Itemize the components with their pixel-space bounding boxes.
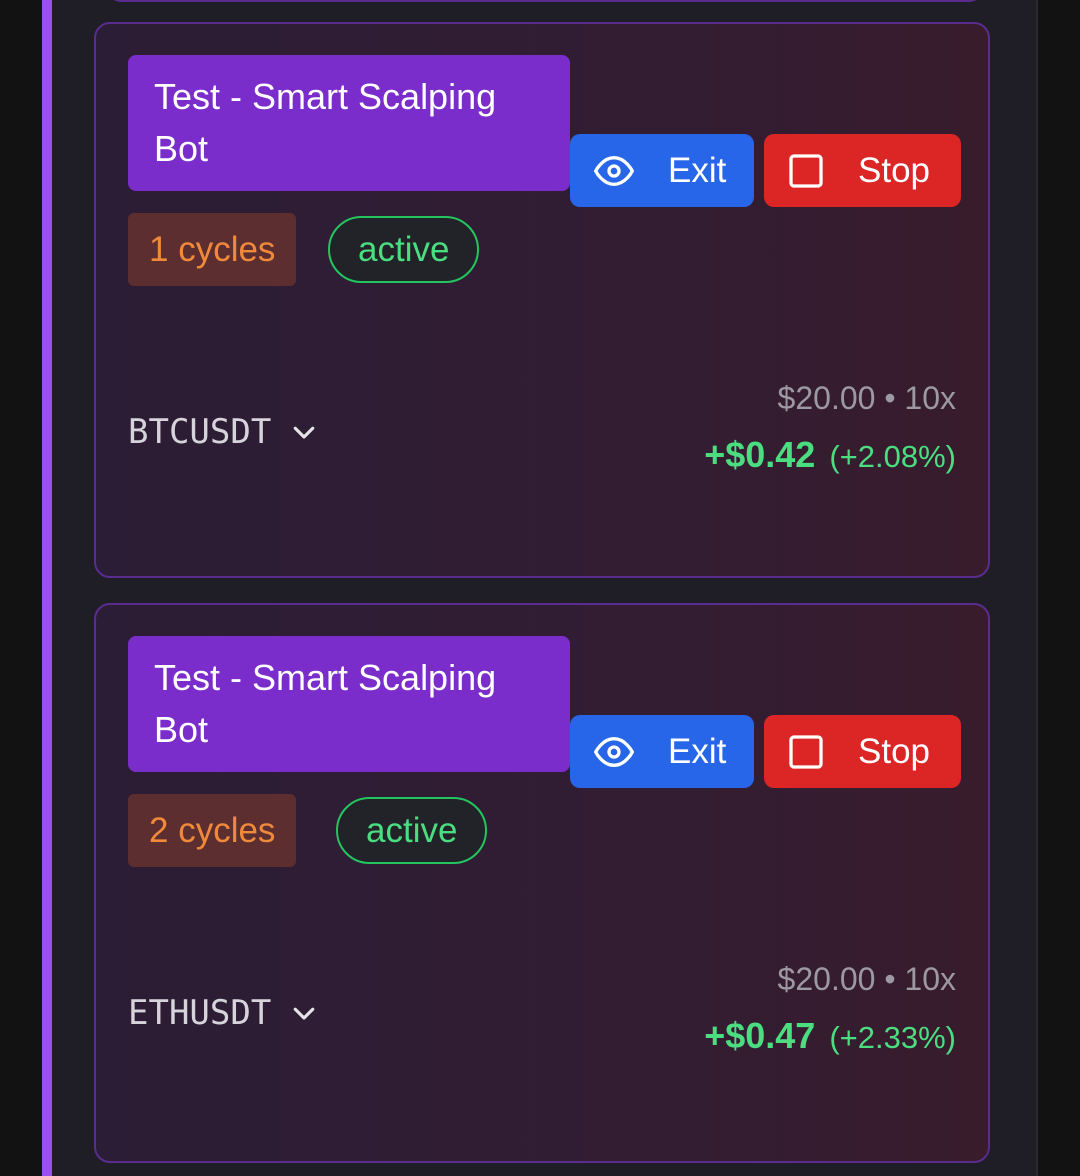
cycles-badge: 2 cycles <box>128 794 297 867</box>
exit-button-label: Exit <box>668 150 727 190</box>
stop-button-label: Stop <box>858 150 930 190</box>
bot-title: Test - Smart Scalping Bot <box>128 55 570 191</box>
symbol-label: ETHUSDT <box>128 993 272 1033</box>
pnl-percent: (+2.33%) <box>829 1020 956 1055</box>
pnl: +$0.42 (+2.08%) <box>704 434 956 476</box>
bot-card: Test - Smart Scalping Bot Exit Stop 1 cy… <box>94 22 990 578</box>
pnl-percent: (+2.08%) <box>829 439 956 474</box>
position-meta: $20.00 • 10x <box>777 380 956 416</box>
cycles-badge: 1 cycles <box>128 213 297 286</box>
exit-button[interactable]: Exit <box>570 715 754 788</box>
pnl-value: +$0.42 <box>704 434 816 475</box>
symbol-toggle[interactable]: ETHUSDT <box>128 988 319 1038</box>
stop-square-icon <box>789 153 823 188</box>
exit-button[interactable]: Exit <box>570 134 754 207</box>
eye-icon <box>594 736 634 767</box>
symbol-toggle[interactable]: BTCUSDT <box>128 407 319 457</box>
previous-card-edge <box>107 0 983 2</box>
pnl: +$0.47 (+2.33%) <box>704 1015 956 1057</box>
symbol-label: BTCUSDT <box>128 412 272 452</box>
status-badge: active <box>328 216 480 283</box>
pnl-value: +$0.47 <box>704 1015 816 1056</box>
position-meta: $20.00 • 10x <box>777 961 956 997</box>
stop-button-label: Stop <box>858 731 930 771</box>
bot-card: Test - Smart Scalping Bot Exit Stop 2 cy… <box>94 603 990 1163</box>
accent-bar <box>42 0 52 1176</box>
stop-button[interactable]: Stop <box>764 134 961 207</box>
exit-button-label: Exit <box>668 731 727 771</box>
chevron-down-icon <box>293 426 315 439</box>
eye-icon <box>594 155 634 186</box>
chevron-down-icon <box>293 1007 315 1020</box>
bot-title: Test - Smart Scalping Bot <box>128 636 570 772</box>
stop-square-icon <box>789 734 823 769</box>
stop-button[interactable]: Stop <box>764 715 961 788</box>
status-badge: active <box>336 797 488 864</box>
